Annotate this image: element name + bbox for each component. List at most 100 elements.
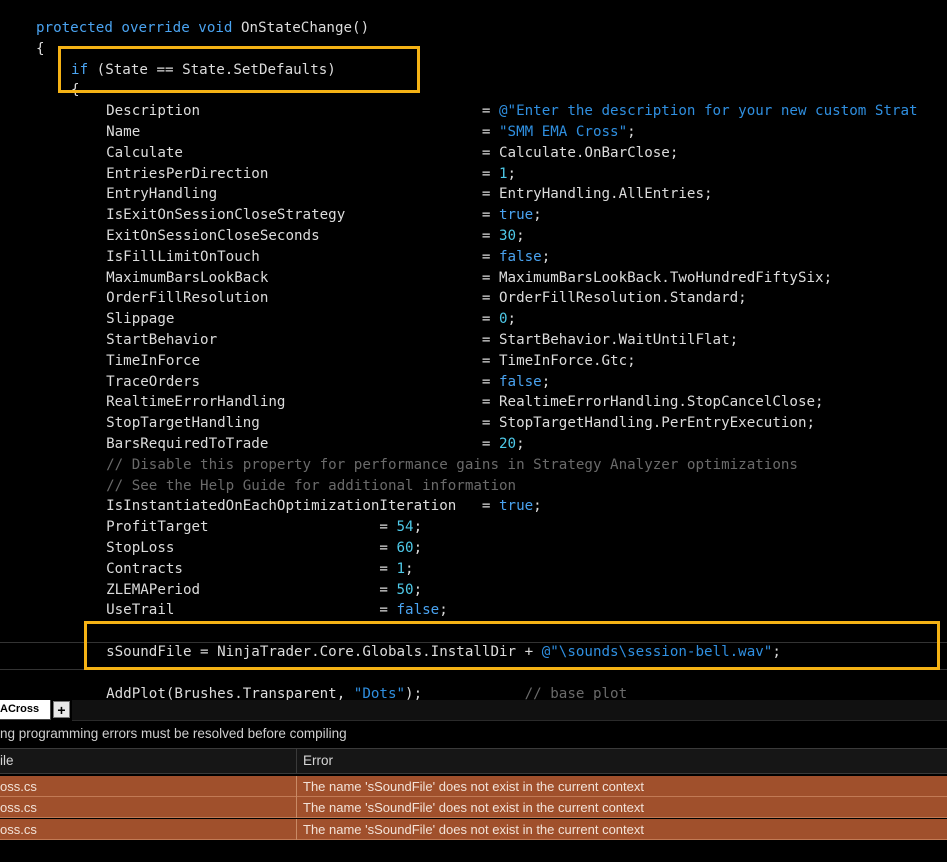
code-token: OrderFillResolution = OrderFillResolutio… — [106, 290, 747, 307]
code-line: StartBehavior = StartBehavior.WaitUntilF… — [106, 330, 738, 351]
code-token: ProfitTarget = — [106, 519, 397, 536]
error-row[interactable]: oss.cs The name 'sSoundFile' does not exi… — [0, 797, 947, 819]
code-token: EntriesPerDirection = — [106, 165, 499, 182]
error-file-cell: oss.cs — [0, 779, 37, 794]
code-token: Description — [106, 103, 482, 120]
code-line: protected override void OnStateChange() — [36, 18, 369, 39]
column-file-header[interactable]: ile — [0, 753, 14, 768]
code-token: EntryHandling = EntryHandling.AllEntries… — [106, 186, 713, 203]
code-token: 0 — [499, 311, 508, 328]
code-token: IsExitOnSessionCloseStrategy = — [106, 207, 499, 224]
code-token: UseTrail = — [106, 602, 397, 619]
code-token: 50 — [396, 581, 414, 598]
code-line: UseTrail = false; — [106, 600, 448, 621]
code-line: Name = "SMM EMA Cross"; — [106, 122, 636, 143]
code-line: BarsRequiredToTrade = 20; — [106, 434, 525, 455]
code-token: protected override void — [36, 20, 233, 36]
cell-divider — [296, 797, 297, 819]
code-line: EntryHandling = EntryHandling.AllEntries… — [106, 184, 712, 205]
code-token: "Dots" — [353, 685, 406, 700]
code-line: IsExitOnSessionCloseStrategy = true; — [106, 205, 542, 226]
code-token: = — [481, 124, 500, 140]
code-line: RealtimeErrorHandling = RealtimeErrorHan… — [106, 392, 824, 413]
code-line: AddPlot(Brushes.Transparent, "Dots"); //… — [106, 684, 627, 700]
code-token: true — [499, 498, 534, 515]
file-tab[interactable]: ACross — [0, 700, 51, 720]
code-token: ; — [516, 228, 525, 244]
code-token: ; — [507, 165, 517, 182]
code-token: ; — [533, 498, 542, 515]
error-description-cell: The name 'sSoundFile' does not exist in … — [303, 779, 644, 794]
code-line: Calculate = Calculate.OnBarClose; — [106, 143, 678, 164]
code-line: Contracts = 1; — [106, 559, 414, 580]
code-token: MaximumBarsLookBack = MaximumBarsLookBac… — [106, 269, 833, 286]
column-error-header[interactable]: Error — [303, 753, 333, 768]
code-token: Calculate = Calculate.OnBarClose; — [106, 144, 679, 161]
code-token: // See the Help Guide for additional inf… — [106, 477, 517, 494]
code-token: ; — [405, 560, 414, 577]
code-line: ZLEMAPeriod = 50; — [106, 580, 422, 601]
code-token: = — [481, 103, 500, 120]
code-line: ExitOnSessionCloseSeconds = 30; — [106, 226, 525, 247]
error-file-cell: oss.cs — [0, 821, 37, 837]
code-line: IsInstantiatedOnEachOptimizationIteratio… — [106, 496, 542, 517]
code-token: ; — [413, 540, 423, 556]
code-token: // Disable this property for performance… — [106, 456, 798, 473]
error-row[interactable]: oss.cs The name 'sSoundFile' does not exi… — [0, 776, 947, 797]
code-token: ; — [507, 311, 517, 328]
code-line: OrderFillResolution = OrderFillResolutio… — [106, 288, 747, 309]
code-line: StopTargetHandling = StopTargetHandling.… — [106, 413, 815, 434]
code-token: 1 — [396, 560, 406, 577]
code-line: MaximumBarsLookBack = MaximumBarsLookBac… — [106, 268, 832, 289]
code-line: IsFillLimitOnTouch = false; — [106, 247, 550, 268]
code-token: StopLoss = — [106, 540, 397, 556]
highlight-box-soundfile — [84, 621, 940, 670]
code-line: // See the Help Guide for additional inf… — [106, 476, 516, 497]
cell-divider — [296, 776, 297, 797]
code-token: TimeInForce = TimeInForce.Gtc; — [106, 352, 636, 369]
code-token: TraceOrders = — [106, 373, 499, 390]
code-token: ; — [533, 207, 542, 224]
code-line: ProfitTarget = 54; — [106, 517, 422, 538]
code-token: false — [499, 373, 542, 390]
code-token: ; — [627, 124, 636, 140]
code-editor[interactable]: protected override void OnStateChange(){… — [0, 0, 947, 700]
code-token: ; — [413, 581, 423, 598]
code-token: // base plot — [524, 685, 628, 700]
code-token: IsFillLimitOnTouch = — [106, 248, 499, 265]
code-line: // Disable this property for performance… — [106, 455, 798, 476]
error-description-cell: The name 'sSoundFile' does not exist in … — [303, 800, 644, 816]
code-token: 60 — [396, 540, 414, 556]
code-line: StopLoss = 60; — [106, 538, 422, 559]
code-token: false — [396, 602, 440, 619]
code-token: IsInstantiatedOnEachOptimizationIteratio… — [106, 498, 499, 515]
column-divider[interactable] — [296, 749, 297, 774]
code-token: Name — [106, 124, 482, 140]
code-token: false — [499, 248, 542, 265]
code-token: OnStateChange() — [232, 20, 370, 36]
highlight-box-setdefaults — [58, 46, 420, 93]
error-row[interactable]: oss.cs The name 'sSoundFile' does not exi… — [0, 818, 947, 840]
code-line: Description = @"Enter the description fo… — [106, 101, 917, 122]
error-description-cell: The name 'sSoundFile' does not exist in … — [303, 821, 644, 837]
code-token: ; — [439, 602, 448, 619]
add-tab-button[interactable]: + — [53, 701, 70, 718]
code-token: ; — [413, 519, 423, 536]
code-token: ; — [541, 373, 551, 390]
code-token: { — [36, 40, 45, 57]
code-token: RealtimeErrorHandling = RealtimeErrorHan… — [106, 394, 824, 411]
code-token: @"Enter the description for your new cus… — [499, 103, 918, 120]
code-line: EntriesPerDirection = 1; — [106, 164, 516, 185]
error-file-cell: oss.cs — [0, 800, 37, 816]
code-token: ; — [516, 436, 525, 452]
code-token: BarsRequiredToTrade = — [106, 436, 499, 452]
error-message: ng programming errors must be resolved b… — [0, 726, 347, 741]
code-token: ZLEMAPeriod = — [106, 581, 397, 598]
tab-strip — [72, 700, 947, 721]
code-token: 30 — [499, 228, 517, 244]
code-token: StartBehavior = StartBehavior.WaitUntilF… — [106, 332, 739, 348]
code-line: Slippage = 0; — [106, 309, 516, 330]
code-token: Contracts = — [106, 560, 397, 577]
cell-divider — [296, 818, 297, 840]
code-token: "SMM EMA Cross" — [499, 124, 628, 140]
